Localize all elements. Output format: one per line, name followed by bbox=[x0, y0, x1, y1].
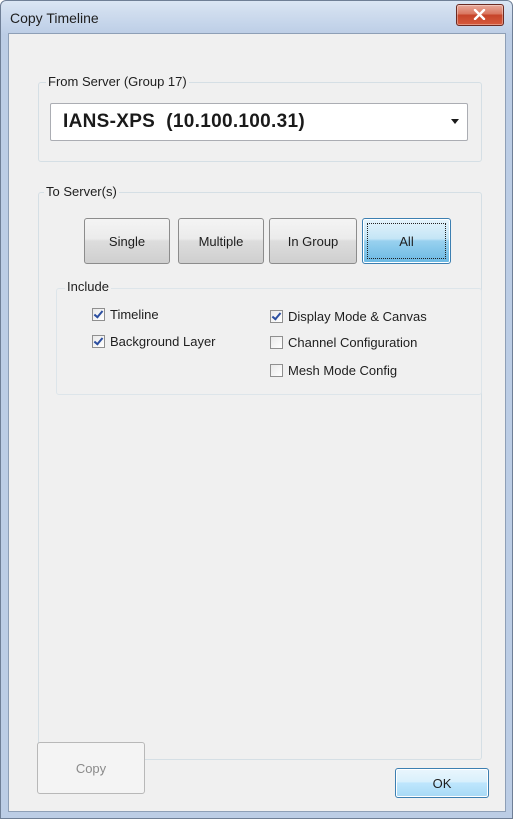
focus-ring bbox=[367, 223, 446, 259]
mesh-mode-config-label: Mesh Mode Config bbox=[288, 363, 398, 378]
mode-single-label: Single bbox=[108, 233, 146, 249]
display-mode-canvas-label: Display Mode & Canvas bbox=[288, 309, 427, 324]
from-server-label: From Server (Group 17) bbox=[46, 74, 189, 90]
mode-multiple-label: Multiple bbox=[198, 233, 244, 249]
close-button[interactable] bbox=[456, 4, 504, 26]
timeline-checkbox[interactable]: Timeline bbox=[92, 307, 159, 322]
display-mode-canvas-checkbox[interactable]: Display Mode & Canvas bbox=[270, 309, 427, 324]
to-servers-group: To Server(s) Single Multiple In Group Al… bbox=[38, 184, 482, 760]
mode-in-group-label: In Group bbox=[287, 233, 339, 249]
copy-button-label: Copy bbox=[75, 760, 107, 776]
dialog-client-area: From Server (Group 17) IANS-XPS (10.100.… bbox=[8, 33, 506, 812]
mesh-mode-config-check-box[interactable] bbox=[270, 364, 283, 377]
display-mode-canvas-check-box[interactable] bbox=[270, 310, 283, 323]
mode-in-group-button[interactable]: In Group bbox=[269, 218, 357, 264]
window-title: Copy Timeline bbox=[10, 10, 99, 26]
mode-single-button[interactable]: Single bbox=[84, 218, 170, 264]
include-group: Include Timeline Background Layer Displa… bbox=[56, 279, 482, 395]
copy-timeline-dialog: Copy Timeline From Server (Group 17) IAN… bbox=[0, 0, 513, 819]
from-server-group: From Server (Group 17) IANS-XPS (10.100.… bbox=[38, 74, 482, 162]
mode-multiple-button[interactable]: Multiple bbox=[178, 218, 264, 264]
chevron-down-icon bbox=[451, 119, 459, 124]
channel-configuration-checkbox[interactable]: Channel Configuration bbox=[270, 335, 417, 350]
ok-button[interactable]: OK bbox=[395, 768, 489, 798]
copy-button[interactable]: Copy bbox=[37, 742, 145, 794]
title-bar[interactable]: Copy Timeline bbox=[1, 1, 512, 33]
from-server-dropdown[interactable]: IANS-XPS (10.100.100.31) bbox=[50, 103, 468, 141]
background-layer-label: Background Layer bbox=[110, 334, 216, 349]
selected-server: IANS-XPS (10.100.100.31) bbox=[63, 111, 305, 132]
include-label: Include bbox=[65, 279, 111, 295]
close-icon bbox=[473, 9, 486, 20]
timeline-label: Timeline bbox=[110, 307, 159, 322]
background-layer-checkbox[interactable]: Background Layer bbox=[92, 334, 216, 349]
channel-configuration-label: Channel Configuration bbox=[288, 335, 418, 350]
mesh-mode-config-checkbox[interactable]: Mesh Mode Config bbox=[270, 363, 397, 378]
to-servers-label: To Server(s) bbox=[44, 184, 119, 200]
timeline-check-box[interactable] bbox=[92, 308, 105, 321]
channel-configuration-check-box[interactable] bbox=[270, 336, 283, 349]
background-layer-check-box[interactable] bbox=[92, 335, 105, 348]
ok-button-label: OK bbox=[432, 775, 452, 791]
mode-all-button[interactable]: All bbox=[362, 218, 451, 264]
